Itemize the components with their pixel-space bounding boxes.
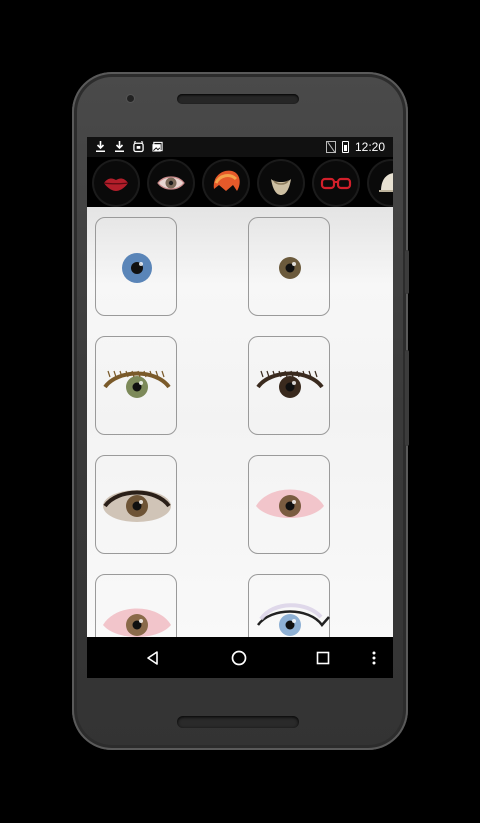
- volume-button: [405, 350, 409, 446]
- eye-icon: [103, 490, 171, 522]
- glasses-icon: [320, 177, 352, 190]
- recents-icon: [316, 651, 330, 665]
- lips-icon: [103, 178, 129, 191]
- front-camera: [127, 95, 134, 102]
- eye-icon: [256, 370, 324, 398]
- eye-style-tile[interactable]: [95, 574, 177, 637]
- category-more[interactable]: [369, 161, 393, 205]
- earpiece-speaker: [177, 94, 299, 104]
- eye-style-tile[interactable]: [248, 574, 330, 637]
- overflow-menu-button[interactable]: [363, 647, 385, 669]
- eye-style-tile[interactable]: [95, 336, 177, 435]
- alarm-icon: [133, 140, 144, 153]
- eye-style-tile[interactable]: [248, 336, 330, 435]
- eye-icon: [157, 176, 185, 190]
- hair-icon: [213, 170, 240, 191]
- no-sim-icon: [325, 141, 336, 153]
- download-icon: [114, 140, 125, 153]
- eye-style-tile[interactable]: [95, 455, 177, 554]
- back-icon: [147, 651, 158, 665]
- eye-icon: [103, 608, 171, 637]
- navigation-bar: [87, 637, 393, 678]
- category-glasses[interactable]: [314, 161, 358, 205]
- eye-icon: [256, 603, 330, 636]
- home-icon: [231, 650, 247, 666]
- category-lips[interactable]: [94, 161, 138, 205]
- beard-icon: [271, 179, 291, 195]
- eye-style-grid: [87, 207, 393, 637]
- hat-icon: [379, 173, 393, 192]
- category-beard[interactable]: [259, 161, 303, 205]
- power-button: [405, 250, 409, 294]
- recents-button[interactable]: [312, 647, 334, 669]
- category-hair[interactable]: [204, 161, 248, 205]
- eye-style-tile[interactable]: [248, 455, 330, 554]
- category-bar: [87, 157, 393, 207]
- overflow-icon: [372, 651, 376, 665]
- eye-icon: [256, 489, 324, 518]
- battery-icon: [341, 141, 349, 153]
- clock: 12:20: [354, 140, 385, 154]
- eye-icon: [103, 370, 171, 398]
- eye-icon: [279, 257, 301, 279]
- home-button[interactable]: [228, 647, 250, 669]
- back-button[interactable]: [142, 647, 164, 669]
- eye-style-tile[interactable]: [95, 217, 177, 316]
- eye-style-tile[interactable]: [248, 217, 330, 316]
- screen: 12:20: [87, 137, 393, 678]
- bottom-speaker: [177, 716, 299, 728]
- status-bar: 12:20: [87, 137, 393, 157]
- gallery-icon: [152, 140, 163, 153]
- eye-icon: [122, 253, 152, 283]
- download-icon: [95, 140, 106, 153]
- category-eye[interactable]: [149, 161, 193, 205]
